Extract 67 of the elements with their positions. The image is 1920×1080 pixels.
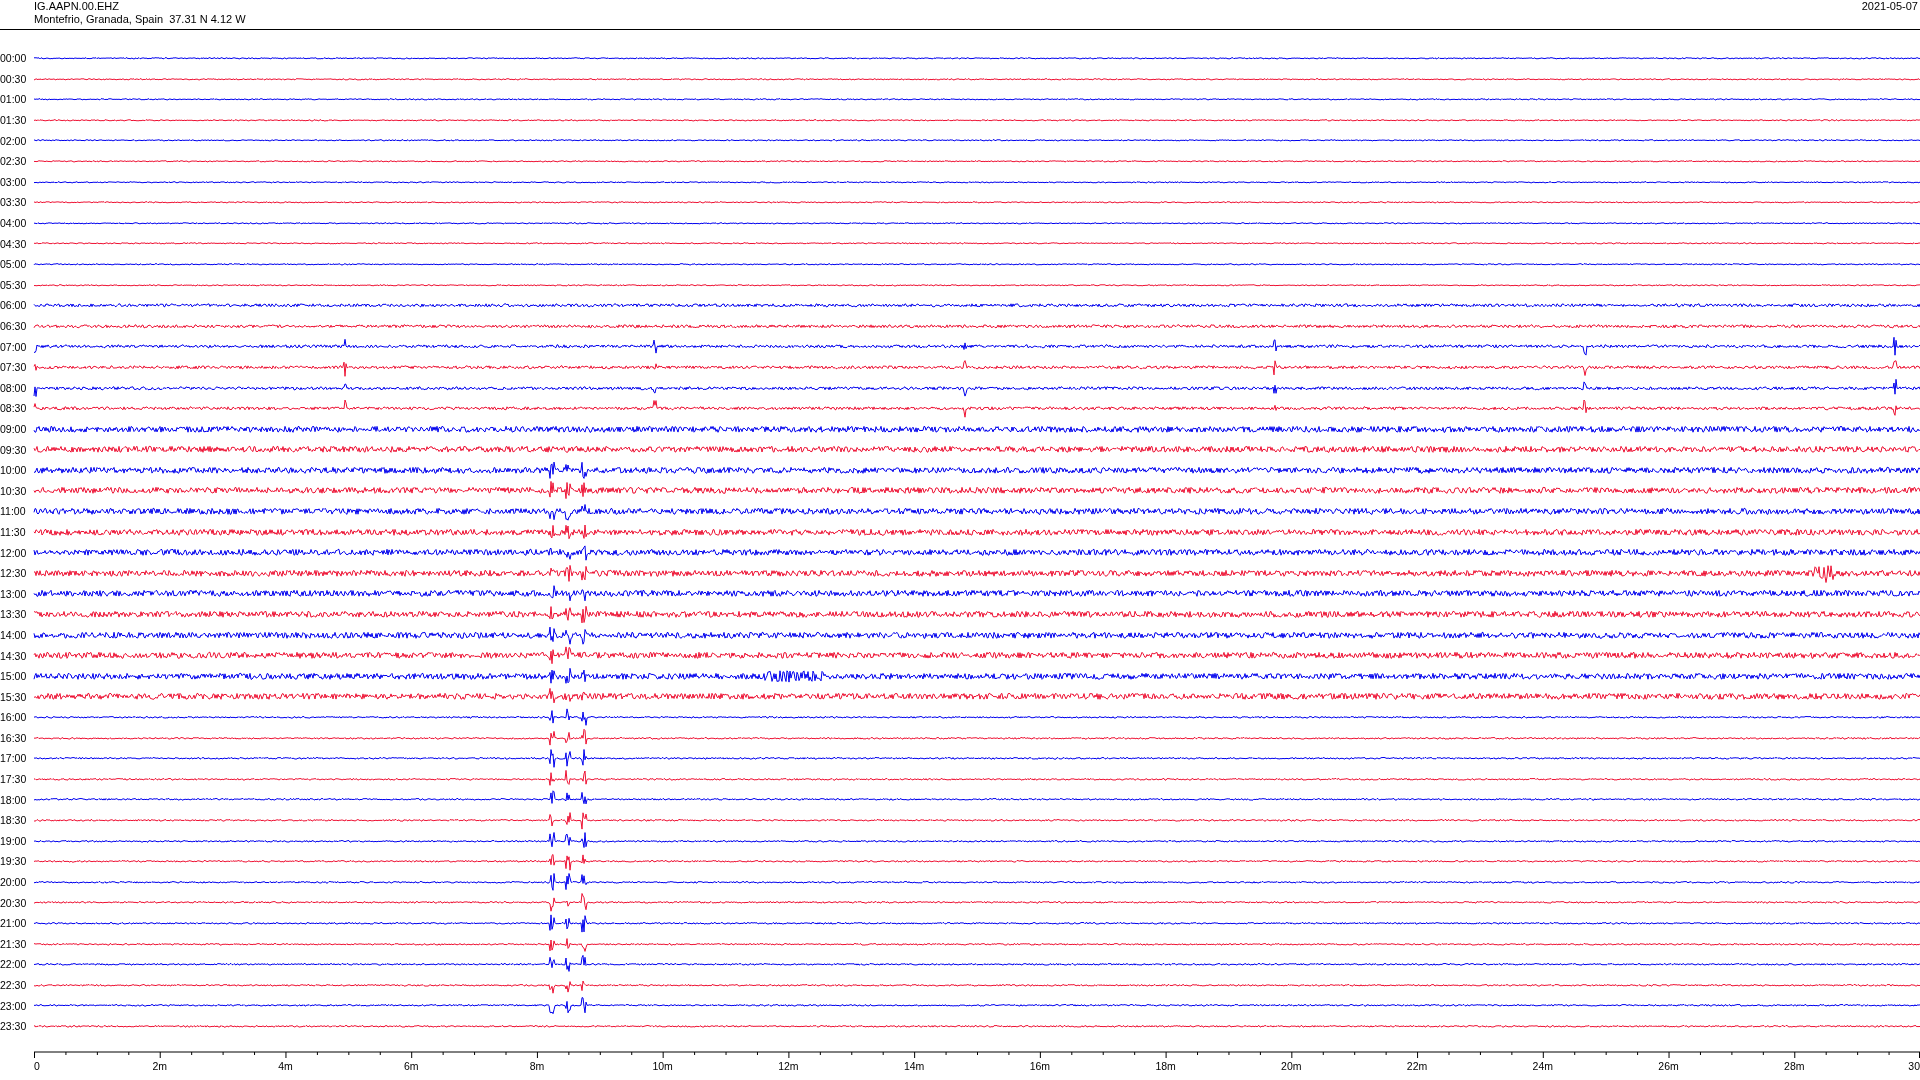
time-label: 03:00 bbox=[0, 175, 28, 188]
time-label: 11:30 bbox=[0, 525, 27, 538]
tick-label: 10m bbox=[652, 1059, 673, 1072]
time-label: 07:30 bbox=[0, 361, 28, 374]
time-label: 22:00 bbox=[0, 958, 28, 971]
time-label: 02:00 bbox=[0, 134, 28, 147]
tick-label: 6m bbox=[403, 1059, 419, 1072]
time-label: 19:30 bbox=[0, 855, 28, 868]
time-label: 23:30 bbox=[0, 1020, 28, 1033]
time-label: 16:00 bbox=[0, 711, 28, 724]
tick-label: 0 bbox=[34, 1059, 40, 1072]
tick-label: 30 bbox=[1908, 1059, 1920, 1072]
record-date: 2021-05-07 bbox=[1861, 0, 1918, 14]
time-label: 00:30 bbox=[0, 72, 28, 85]
time-label: 13:30 bbox=[0, 608, 28, 621]
tick-label: 16m bbox=[1029, 1059, 1051, 1072]
time-label: 10:00 bbox=[0, 464, 28, 477]
tick-label: 28m bbox=[1784, 1059, 1805, 1072]
time-label: 23:00 bbox=[0, 999, 28, 1012]
tick-label: 4m bbox=[278, 1059, 293, 1072]
tick-label: 12m bbox=[778, 1059, 799, 1072]
tick-label: 18m bbox=[1155, 1059, 1176, 1072]
time-label: 06:30 bbox=[0, 320, 28, 332]
time-label: 16:30 bbox=[0, 731, 28, 744]
time-label: 05:00 bbox=[0, 258, 28, 271]
time-label: 13:00 bbox=[0, 587, 28, 600]
time-label: 07:00 bbox=[0, 340, 28, 353]
tick-label: 26m bbox=[1658, 1059, 1679, 1072]
time-label: 09:00 bbox=[0, 423, 28, 435]
tick-label: 14m bbox=[903, 1059, 925, 1072]
tick-label: 22m bbox=[1406, 1059, 1428, 1072]
time-label: 00:00 bbox=[0, 52, 28, 65]
time-label: 02:30 bbox=[0, 155, 28, 168]
tick-label: 2m bbox=[152, 1059, 168, 1072]
time-label: 20:30 bbox=[0, 896, 28, 909]
time-label: 15:00 bbox=[0, 670, 28, 683]
time-label: 10:30 bbox=[0, 484, 28, 497]
time-label: 04:00 bbox=[0, 217, 28, 230]
time-label: 03:30 bbox=[0, 196, 28, 209]
time-label: 17:30 bbox=[0, 773, 28, 786]
time-label: 12:30 bbox=[0, 567, 28, 580]
time-label: 18:00 bbox=[0, 793, 28, 806]
time-label: 11:00 bbox=[0, 505, 27, 518]
time-label: 14:00 bbox=[0, 628, 28, 641]
time-label: 08:00 bbox=[0, 381, 28, 394]
time-label: 01:00 bbox=[0, 93, 28, 106]
time-label: 18:30 bbox=[0, 814, 28, 827]
time-label: 04:30 bbox=[0, 237, 28, 250]
tick-label: 20m bbox=[1281, 1059, 1302, 1072]
time-label: 17:00 bbox=[0, 752, 28, 765]
tick-label: 8m bbox=[529, 1059, 545, 1072]
time-label: 08:30 bbox=[0, 402, 28, 415]
station-location: Montefrio, Granada, Spain 37.31 N 4.12 W bbox=[34, 13, 246, 26]
time-label: 06:00 bbox=[0, 299, 28, 312]
time-label: 20:00 bbox=[0, 876, 28, 889]
time-label: 09:30 bbox=[0, 443, 28, 456]
time-label: 19:00 bbox=[0, 834, 28, 847]
time-label: 01:30 bbox=[0, 114, 28, 127]
time-label: 21:30 bbox=[0, 937, 28, 950]
tick-label: 24m bbox=[1532, 1059, 1553, 1072]
time-label: 05:30 bbox=[0, 278, 28, 291]
station-code: IG.AAPN.00.EHZ bbox=[34, 0, 120, 13]
time-label: 22:30 bbox=[0, 979, 28, 991]
time-label: 21:00 bbox=[0, 917, 28, 930]
time-label: 15:30 bbox=[0, 690, 28, 703]
time-label: 14:30 bbox=[0, 649, 28, 662]
time-label: 12:00 bbox=[0, 546, 28, 559]
